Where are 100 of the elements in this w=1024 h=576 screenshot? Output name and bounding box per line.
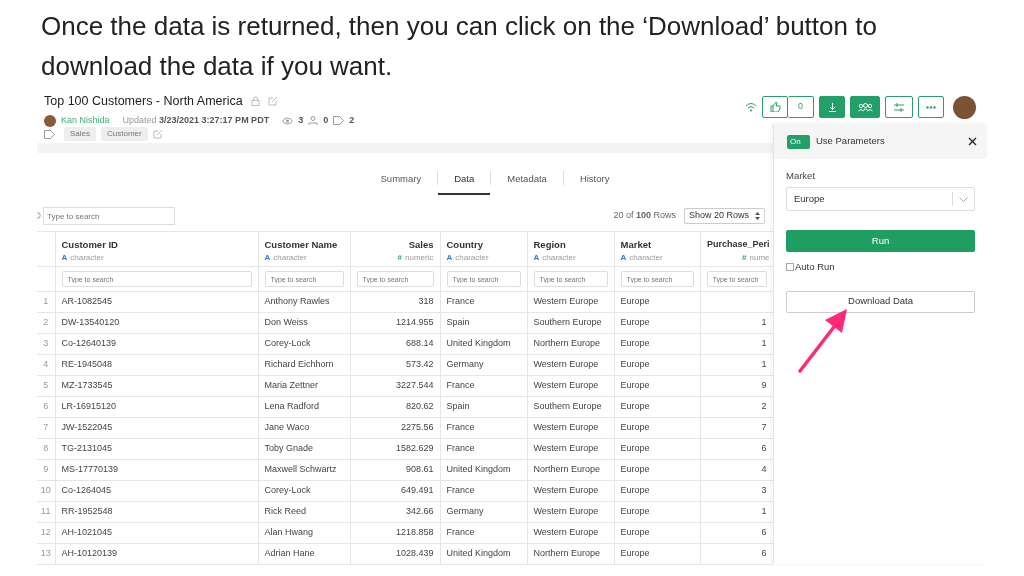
table-cell: Corey-Lock (258, 333, 350, 355)
more-button[interactable] (918, 96, 944, 118)
table-cell: France (440, 438, 527, 460)
like-button[interactable] (762, 96, 788, 118)
group-icon (857, 102, 873, 112)
table-cell: Germany (440, 501, 527, 523)
table-cell: Northern Europe (527, 459, 614, 481)
table-cell: Southern Europe (527, 396, 614, 418)
column-header: Country (446, 238, 484, 252)
column-type: A character (61, 252, 105, 265)
table-cell: 2275.56 (350, 417, 440, 439)
table-cell: TG-2131045 (55, 438, 258, 460)
field-label: Market (786, 169, 817, 183)
tag-chip[interactable]: Customer (101, 127, 148, 141)
table-cell: Europe (614, 459, 700, 481)
column-header: Region (533, 238, 567, 252)
tab[interactable]: Metadata (491, 165, 563, 195)
download-icon (827, 102, 837, 112)
table-cell: Rick Reed (258, 501, 350, 523)
table-cell: 649.491 (350, 480, 440, 502)
table-cell: Europe (614, 522, 700, 544)
table-cell: RE-1945048 (55, 354, 258, 376)
table-cell: 342.66 (350, 501, 440, 523)
table-cell: France (440, 375, 527, 397)
column-type: A character (620, 252, 664, 265)
download-data-button[interactable]: Download Data (786, 290, 975, 313)
column-header: Customer ID (61, 238, 119, 252)
like-count: 0 (788, 96, 814, 118)
table-cell: Europe (614, 501, 700, 523)
table-cell: Western Europe (527, 438, 614, 460)
table-cell: Spain (440, 396, 527, 418)
table-cell: Western Europe (527, 375, 614, 397)
table-cell: France (440, 417, 527, 439)
tag-chip[interactable]: Sales (64, 127, 96, 141)
table-cell: Europe (614, 333, 700, 355)
table-cell: Europe (614, 354, 700, 376)
column-type: A character (533, 252, 577, 265)
table-cell: Co-12640139 (55, 333, 258, 355)
tab[interactable]: Summary (364, 165, 438, 195)
updated-text: Updated 3/23/2021 3:27:17 PM PDT (122, 113, 270, 127)
table-cell: Co-1264045 (55, 480, 258, 502)
table-cell: Europe (614, 480, 700, 502)
table-cell: 688.14 (350, 333, 440, 355)
thumbs-up-icon (769, 102, 781, 112)
checkbox[interactable] (786, 263, 794, 272)
table-cell: Europe (614, 375, 700, 397)
column-type: # nume (741, 251, 770, 264)
table-cell: Western Europe (527, 417, 614, 439)
row-number: 12 (37, 522, 55, 544)
table-cell: Western Europe (527, 480, 614, 502)
row-number: 6 (37, 396, 55, 418)
table-cell: France (440, 522, 527, 544)
checkbox-label: Auto Run (795, 260, 835, 275)
table-cell: Maria Zettner (258, 375, 350, 397)
settings-button[interactable] (885, 96, 913, 118)
table-cell: Anthony Rawles (258, 291, 350, 313)
table-cell: AH-1021045 (55, 522, 258, 544)
search-field[interactable]: Type to search (43, 207, 175, 225)
sort-caret-icon (755, 212, 760, 220)
column-type: A character (264, 252, 308, 265)
market-select[interactable]: Europe (786, 187, 975, 212)
row-number: 1 (37, 291, 55, 313)
table-cell: Europe (614, 312, 700, 334)
column-header: Purchase_Peri (705, 238, 770, 251)
table-cell: Maxwell Schwartz (258, 459, 350, 481)
table-cell: Europe (614, 291, 700, 313)
column-type: A character (446, 252, 490, 265)
table-cell: Alan Hwang (258, 522, 350, 544)
table-cell: Western Europe (527, 522, 614, 544)
close-icon[interactable] (968, 137, 977, 146)
sliders-icon (894, 102, 904, 112)
report-title: Top 100 Customers - North America (44, 93, 243, 110)
tag-icon (44, 129, 55, 139)
table-cell: 573.42 (350, 354, 440, 376)
table-cell: France (440, 291, 527, 313)
table-cell: Europe (614, 438, 700, 460)
download-button[interactable] (819, 96, 845, 118)
table-cell: Western Europe (527, 354, 614, 376)
avatar[interactable] (953, 95, 976, 119)
page-size-select[interactable]: Show 20 Rows (683, 208, 765, 224)
table-cell: Southern Europe (527, 312, 614, 334)
row-number: 9 (37, 459, 55, 481)
table-cell: Jane Waco (258, 417, 350, 439)
edit-icon[interactable] (267, 96, 278, 107)
table-cell: Western Europe (527, 291, 614, 313)
table-cell: DW-13540120 (55, 312, 258, 334)
table-cell: 1218.858 (350, 522, 440, 544)
edit-icon[interactable] (152, 129, 163, 139)
table-cell: Northern Europe (527, 543, 614, 565)
tag-count: 2 (349, 113, 355, 127)
table-cell: AH-10120139 (55, 543, 258, 565)
fork-count: 0 (323, 113, 329, 127)
row-count: 20 of 100 Rows (613, 209, 676, 223)
tab[interactable]: History (563, 165, 626, 195)
share-button[interactable] (850, 96, 880, 118)
table-cell: Adrian Hane (258, 543, 350, 565)
table-cell: Germany (440, 354, 527, 376)
table-cell: Western Europe (527, 501, 614, 523)
row-number: 8 (37, 438, 55, 460)
avatar (44, 114, 56, 127)
